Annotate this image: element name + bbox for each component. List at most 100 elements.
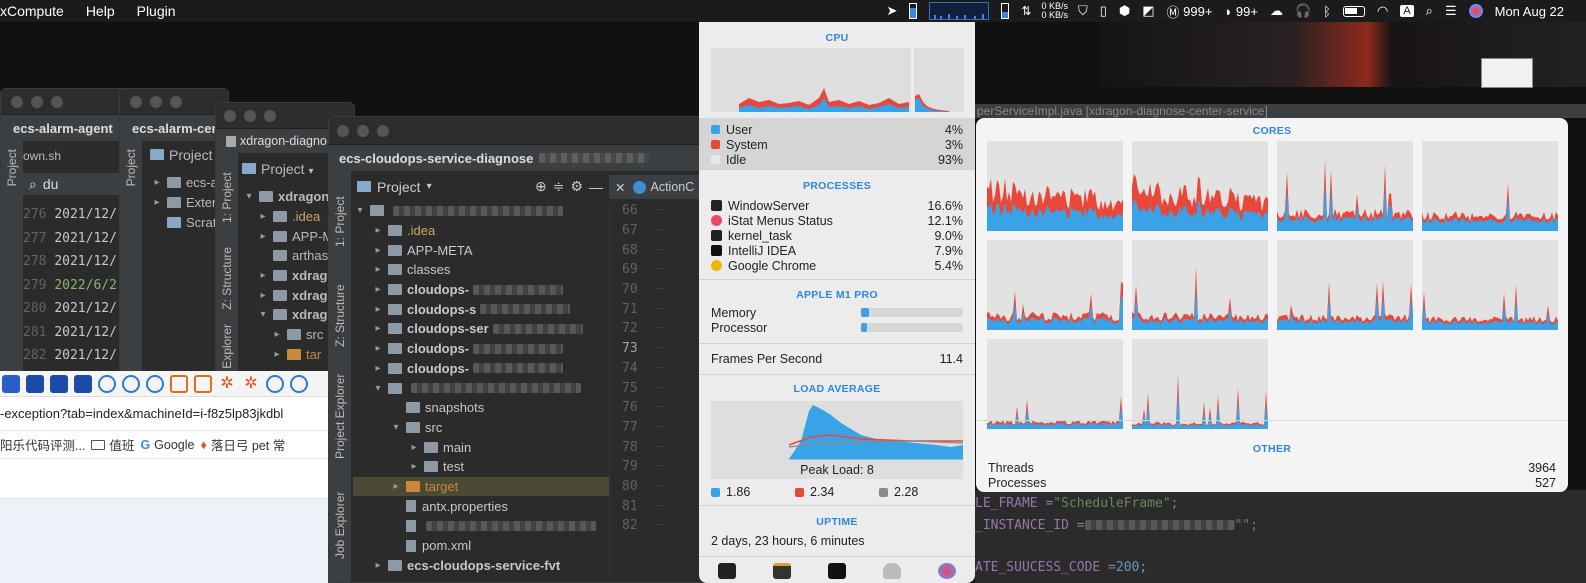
code-line[interactable]: LE_FRAME = "ScheduleFrame"; <box>975 492 1586 514</box>
side-tab-structure[interactable]: Z: Structure <box>333 267 347 347</box>
tree-item[interactable]: ▸ main <box>353 437 609 457</box>
battery-icon[interactable] <box>1337 0 1371 22</box>
expand-arrow-icon[interactable]: ▸ <box>371 363 385 374</box>
tree-item[interactable]: ▸ cloudops- <box>353 339 609 359</box>
side-tab-job-explorer[interactable]: Job Explorer <box>333 479 347 559</box>
expand-arrow-icon[interactable]: ▸ <box>407 442 421 453</box>
side-tab-explorer[interactable]: Explorer <box>220 324 234 369</box>
tree-item[interactable]: ▸ Exter <box>150 193 218 213</box>
location-icon[interactable]: ➤ <box>880 0 903 22</box>
locate-icon[interactable]: ⊕ <box>535 178 547 195</box>
tree-item[interactable]: Scrat <box>150 212 218 232</box>
tree-item[interactable]: ▾ src <box>353 418 609 438</box>
tree-item[interactable]: ▸ cloudops-ser <box>353 319 609 339</box>
battery-meter-icon[interactable] <box>995 0 1015 22</box>
robot-icon[interactable] <box>883 563 902 579</box>
side-tab-project[interactable]: 1: Project <box>333 177 347 247</box>
tree-item[interactable]: ▸ APP-M <box>242 226 333 246</box>
process-row[interactable]: Google Chrome 5.4% <box>699 258 975 273</box>
bookmark-folder[interactable]: 值班 <box>91 435 134 454</box>
process-row[interactable]: iStat Menus Status 12.1% <box>699 213 975 228</box>
network-speed[interactable]: 0 KB/s 0 KB/s <box>1037 0 1072 22</box>
wifi-icon[interactable]: ◠ <box>1371 0 1394 22</box>
side-tab-project[interactable]: Project <box>5 149 19 186</box>
expand-arrow-icon[interactable]: ▾ <box>353 205 367 216</box>
expand-arrow-icon[interactable]: ▸ <box>371 225 385 236</box>
loading-icon[interactable] <box>266 374 284 393</box>
address-bar[interactable]: -exception?tab=index&machineId=i-f8z5lp8… <box>0 397 330 431</box>
desktop-file-thumbnail[interactable] <box>1481 58 1533 88</box>
tree-item[interactable]: ▸ .idea <box>353 221 609 241</box>
chevron-down-icon[interactable]: ▾ <box>427 181 432 192</box>
bracket-icon[interactable] <box>170 374 188 393</box>
tree-item[interactable]: ▾ <box>353 201 609 221</box>
star-icon[interactable]: ✲ <box>242 375 260 393</box>
spotlight-icon[interactable]: ⌕ <box>1420 0 1439 22</box>
log-line[interactable]: 278 2021/12/ <box>23 254 117 278</box>
clock[interactable]: Mon Aug 22 <box>1489 0 1586 22</box>
log-line[interactable]: 279 2022/6/2 <box>23 278 117 302</box>
tree-item[interactable] <box>353 516 609 536</box>
bracket-icon[interactable] <box>194 374 212 393</box>
ata-icon[interactable] <box>26 374 44 393</box>
tree-item[interactable]: ▾ xdragon <box>242 187 333 207</box>
tab-favicon[interactable] <box>2 374 20 393</box>
expand-arrow-icon[interactable]: ▸ <box>389 481 403 492</box>
collapse-icon[interactable]: ≑ <box>553 178 565 195</box>
expand-arrow-icon[interactable]: ▸ <box>371 560 385 571</box>
log-line[interactable]: 280 2021/12/ <box>23 301 117 325</box>
console-icon[interactable] <box>772 563 791 579</box>
loading-icon[interactable] <box>122 374 140 393</box>
process-row[interactable]: kernel_task 9.0% <box>699 228 975 243</box>
ata-icon[interactable] <box>50 374 68 393</box>
istat-app-icon[interactable] <box>938 563 957 579</box>
siri-icon[interactable] <box>1463 0 1489 22</box>
gear-hex-icon[interactable]: ⬢ <box>1113 0 1136 22</box>
expand-arrow-icon[interactable]: ▸ <box>371 304 385 315</box>
tree-item[interactable]: ▾ <box>353 378 609 398</box>
code-line[interactable]: ATE_SUUCESS_CODE = 200; <box>975 556 1586 578</box>
cpu-graph-icon[interactable] <box>923 0 995 22</box>
tree-item[interactable]: arthas <box>242 246 333 266</box>
side-tab-structure[interactable]: Z: Structure <box>220 247 234 310</box>
tab-action[interactable]: ActionC <box>633 180 694 194</box>
expand-arrow-icon[interactable]: ▾ <box>389 422 403 433</box>
side-tab-project[interactable]: 1: Project <box>220 159 234 223</box>
tree-item[interactable]: ▸ classes <box>353 260 609 280</box>
vpn-shield-icon[interactable]: ⛉ <box>1072 0 1094 22</box>
tree-item[interactable]: ▸ xdrag <box>242 285 333 305</box>
log-line[interactable]: 282 2021/12/ <box>23 348 117 372</box>
tree-item[interactable]: antx.properties <box>353 496 609 516</box>
tree-item[interactable]: ▸ cloudops-s <box>353 299 609 319</box>
tree-item[interactable]: pom.xml <box>353 536 609 556</box>
loading-icon[interactable] <box>146 374 164 393</box>
tree-item[interactable]: ▸ xdrag <box>242 266 333 286</box>
log-line[interactable]: 281 2021/12/ <box>23 325 117 349</box>
tree-item[interactable]: snapshots <box>353 398 609 418</box>
menu-help[interactable]: Help <box>86 3 115 19</box>
ata-icon[interactable] <box>74 374 92 393</box>
star-icon[interactable]: ✲ <box>218 375 236 393</box>
side-tab-project[interactable]: Project <box>124 149 138 186</box>
app-icon[interactable]: ◗ 99+ <box>1218 0 1264 22</box>
bluetooth-icon[interactable]: ᛒ <box>1317 0 1337 22</box>
tree-item[interactable]: ▸ tar <box>242 345 333 365</box>
panel-project[interactable]: Project <box>150 147 213 163</box>
expand-arrow-icon[interactable]: ▸ <box>407 461 421 472</box>
panel-project[interactable]: Project ▾ <box>242 161 314 177</box>
expand-arrow-icon[interactable]: ▸ <box>371 245 385 256</box>
code-line[interactable]: _INSTANCE_ID = ""; <box>975 514 1586 536</box>
process-row[interactable]: IntelliJ IDEA 7.9% <box>699 243 975 258</box>
tree-item[interactable]: ▸ ecs-a <box>150 173 217 193</box>
close-icon[interactable]: ✕ <box>615 180 625 195</box>
mail-icon[interactable]: Ⓜ 999+ <box>1161 0 1219 22</box>
tree-item[interactable]: ▸ src <box>242 325 333 345</box>
bookmark-item[interactable]: ♦ 落日弓 pet 常 <box>200 435 285 454</box>
loading-icon[interactable] <box>290 374 308 393</box>
gear-icon[interactable]: ⚙ <box>570 178 583 195</box>
input-source-icon[interactable]: A <box>1394 0 1419 22</box>
log-line[interactable]: 277 2021/12/ <box>23 231 117 255</box>
phone-icon[interactable]: ▯ <box>1094 0 1113 22</box>
minimize-icon[interactable]: — <box>589 179 603 195</box>
memory-meter-icon[interactable] <box>903 0 923 22</box>
